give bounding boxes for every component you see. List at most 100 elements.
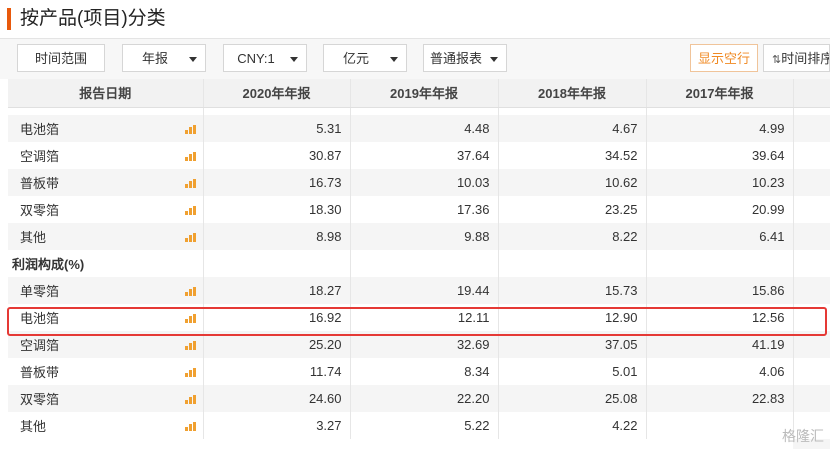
column-header[interactable]: 2018年年报 xyxy=(498,79,647,108)
row-label-cell: 双零箔 xyxy=(8,196,204,223)
value-cell: 37.05 xyxy=(498,331,647,358)
bar-chart-icon[interactable] xyxy=(184,152,197,161)
value-cell: 9.88 xyxy=(350,223,499,250)
overflow-cell xyxy=(793,304,830,331)
value-cell: 4.22 xyxy=(498,412,647,439)
bar-chart-icon[interactable] xyxy=(184,287,197,296)
value-cell: 34.52 xyxy=(498,142,647,169)
bar-chart-icon[interactable] xyxy=(184,395,197,404)
chevron-down-icon xyxy=(189,57,197,62)
report-type-value: 普通报表 xyxy=(429,51,482,66)
row-label-cell: 电池箔 xyxy=(8,115,204,142)
overflow-cell xyxy=(793,169,830,196)
value-cell: 8.22 xyxy=(498,223,647,250)
bar-chart-icon[interactable] xyxy=(184,368,197,377)
row-label: 双零箔 xyxy=(20,392,60,407)
column-header[interactable]: 2017年年报 xyxy=(646,79,794,108)
table-row: 双零箔 24.60 22.20 25.08 22.83 xyxy=(8,385,830,412)
row-label: 其他 xyxy=(20,419,47,434)
time-sort-button[interactable]: ⇅时间排序 xyxy=(763,44,830,72)
empty-cell xyxy=(793,250,830,277)
table-row: 普板带 16.73 10.03 10.62 10.23 xyxy=(8,169,830,196)
row-label-cell: 空调箔 xyxy=(8,331,204,358)
table-row: 单零箔 18.27 19.44 15.73 15.86 xyxy=(8,277,830,304)
row-label-cell: 空调箔 xyxy=(8,142,204,169)
column-header[interactable]: 报告日期 xyxy=(8,79,204,108)
table-row: 普板带 11.74 8.34 5.01 4.06 xyxy=(8,358,830,385)
row-label: 空调箔 xyxy=(20,149,60,164)
value-cell: 37.64 xyxy=(350,142,499,169)
bar-chart-icon[interactable] xyxy=(184,341,197,350)
value-cell: 6.41 xyxy=(646,223,794,250)
bar-chart-icon[interactable] xyxy=(184,233,197,242)
row-label-cell: 普板带 xyxy=(8,358,204,385)
row-label-cell: 普板带 xyxy=(8,169,204,196)
value-cell: 22.83 xyxy=(646,385,794,412)
time-range-label: 时间范围 xyxy=(34,51,87,66)
empty-cell xyxy=(350,250,499,277)
watermark: 格隆汇 xyxy=(782,428,824,444)
page-title: 按产品(项目)分类 xyxy=(20,8,166,29)
title-accent-bar xyxy=(7,8,11,30)
value-cell: 11.74 xyxy=(203,358,351,385)
sort-icon: ⇅ xyxy=(772,54,782,66)
table-row: 双零箔 18.30 17.36 23.25 20.99 xyxy=(8,196,830,223)
bar-chart-icon[interactable] xyxy=(184,179,197,188)
value-cell: 19.44 xyxy=(350,277,499,304)
section-label: 利润构成(%) xyxy=(8,250,204,277)
table-row: 电池箔 16.92 12.11 12.90 12.56 xyxy=(8,304,830,331)
column-header[interactable]: 2020年年报 xyxy=(203,79,351,108)
bar-chart-icon[interactable] xyxy=(184,125,197,134)
table-row: 其他 8.98 9.88 8.22 6.41 xyxy=(8,223,830,250)
row-label: 其他 xyxy=(20,230,47,245)
empty-cell xyxy=(498,250,647,277)
currency-select[interactable]: CNY:1 xyxy=(223,44,307,72)
value-cell: 5.22 xyxy=(350,412,499,439)
value-cell: 18.30 xyxy=(203,196,351,223)
value-cell: 25.08 xyxy=(498,385,647,412)
bar-chart-icon[interactable] xyxy=(184,314,197,323)
bar-chart-icon[interactable] xyxy=(184,206,197,215)
row-label: 普板带 xyxy=(20,176,60,191)
overflow-cell xyxy=(793,196,830,223)
row-label: 电池箔 xyxy=(20,311,60,326)
row-label-cell: 其他 xyxy=(8,223,204,250)
value-cell: 5.31 xyxy=(203,115,351,142)
overflow-cell xyxy=(793,223,830,250)
unit-select[interactable]: 亿元 xyxy=(323,44,407,72)
report-type-select[interactable]: 普通报表 xyxy=(423,44,507,72)
table-body: 电池箔 5.31 4.48 4.67 4.99 空调箔 30.87 37.64 34.52 39.… xyxy=(8,107,830,439)
empty-cell xyxy=(203,250,351,277)
table-header-row: 报告日期 2020年年报 2019年年报 2018年年报 2017年年报 xyxy=(8,79,830,108)
empty-cell xyxy=(646,250,794,277)
table-row: 空调箔 25.20 32.69 37.05 41.19 xyxy=(8,331,830,358)
value-cell: 41.19 xyxy=(646,331,794,358)
overflow-cell xyxy=(793,277,830,304)
section-row: 利润构成(%) xyxy=(8,250,830,277)
value-cell: 5.01 xyxy=(498,358,647,385)
product-breakdown-table: 报告日期 2020年年报 2019年年报 2018年年报 2017年年报 电池箔… xyxy=(8,79,830,439)
table-row: 其他 3.27 5.22 4.22 xyxy=(8,412,830,439)
bar-chart-icon[interactable] xyxy=(184,422,197,431)
value-cell: 15.73 xyxy=(498,277,647,304)
overflow-cell xyxy=(793,358,830,385)
chevron-down-icon xyxy=(490,57,498,62)
column-header[interactable]: 2019年年报 xyxy=(350,79,499,108)
row-label: 空调箔 xyxy=(20,338,60,353)
toolbar: 时间范围 年报 CNY:1 亿元 普通报表 显示空行 ⇅时间排序 xyxy=(0,38,830,79)
value-cell: 16.92 xyxy=(203,304,351,331)
value-cell: 32.69 xyxy=(350,331,499,358)
table-row: 空调箔 30.87 37.64 34.52 39.64 xyxy=(8,142,830,169)
value-cell: 22.20 xyxy=(350,385,499,412)
time-range-button[interactable]: 时间范围 xyxy=(17,44,105,72)
value-cell: 39.64 xyxy=(646,142,794,169)
value-cell: 12.56 xyxy=(646,304,794,331)
value-cell: 3.27 xyxy=(203,412,351,439)
value-cell: 8.34 xyxy=(350,358,499,385)
unit-value: 亿元 xyxy=(342,51,369,66)
period-select[interactable]: 年报 xyxy=(122,44,206,72)
overflow-cell xyxy=(793,331,830,358)
show-empty-rows-button[interactable]: 显示空行 xyxy=(690,44,758,72)
value-cell xyxy=(646,412,794,439)
row-label: 单零箔 xyxy=(20,284,60,299)
